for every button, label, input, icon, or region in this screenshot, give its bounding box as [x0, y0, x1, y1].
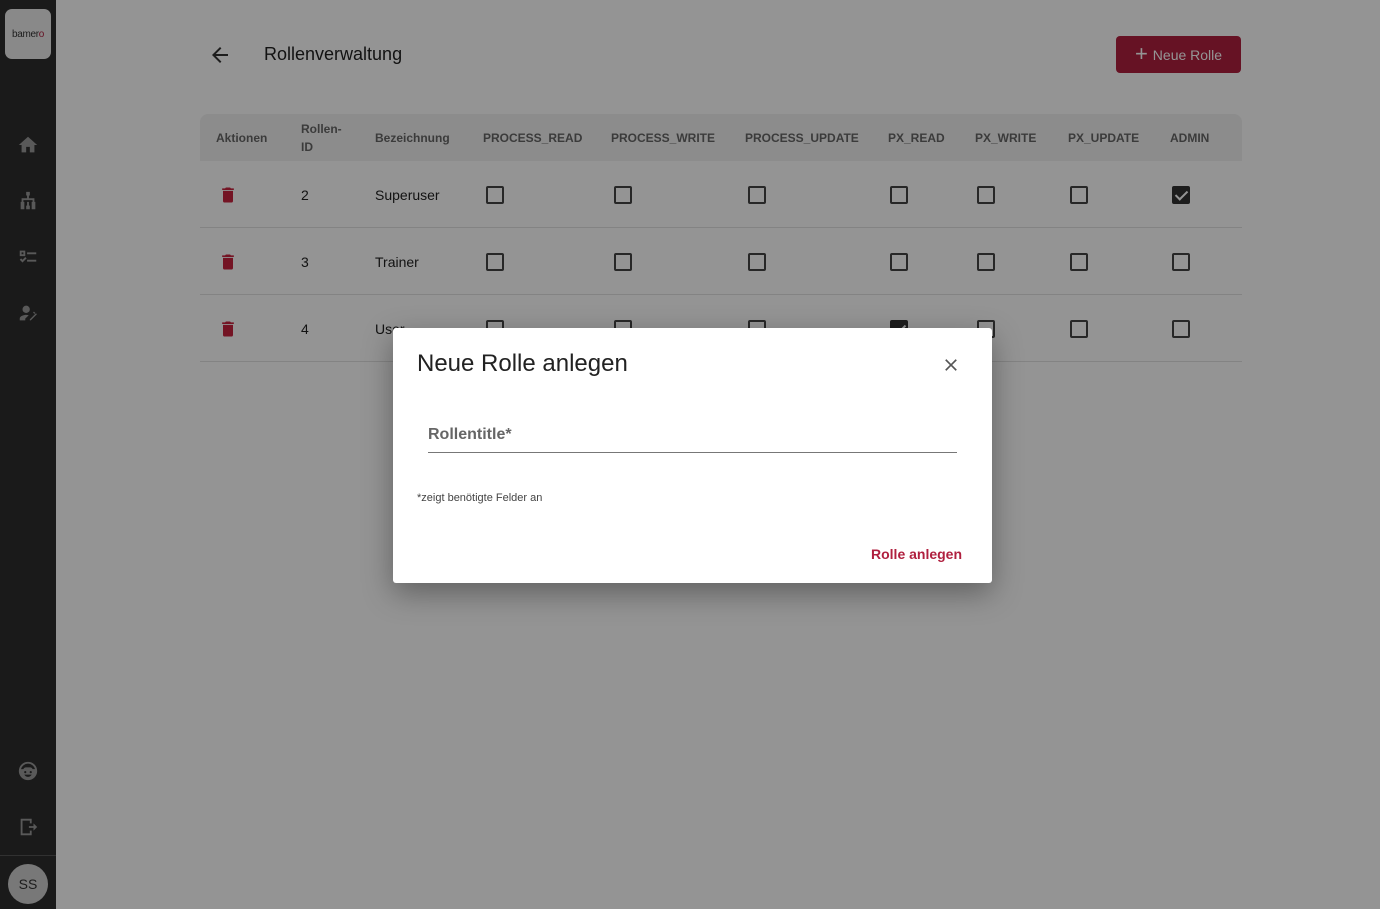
- close-icon: [945, 359, 957, 371]
- create-role-button[interactable]: Rolle anlegen: [863, 544, 970, 564]
- role-title-field: Rollentitle*: [428, 424, 957, 453]
- new-role-dialog: Neue Rolle anlegen Rollentitle* *zeigt b…: [393, 328, 992, 583]
- close-dialog-button[interactable]: [938, 352, 964, 378]
- role-title-input[interactable]: [428, 424, 957, 452]
- dialog-title: Neue Rolle anlegen: [417, 350, 628, 377]
- required-hint: *zeigt benötigte Felder an: [417, 492, 543, 504]
